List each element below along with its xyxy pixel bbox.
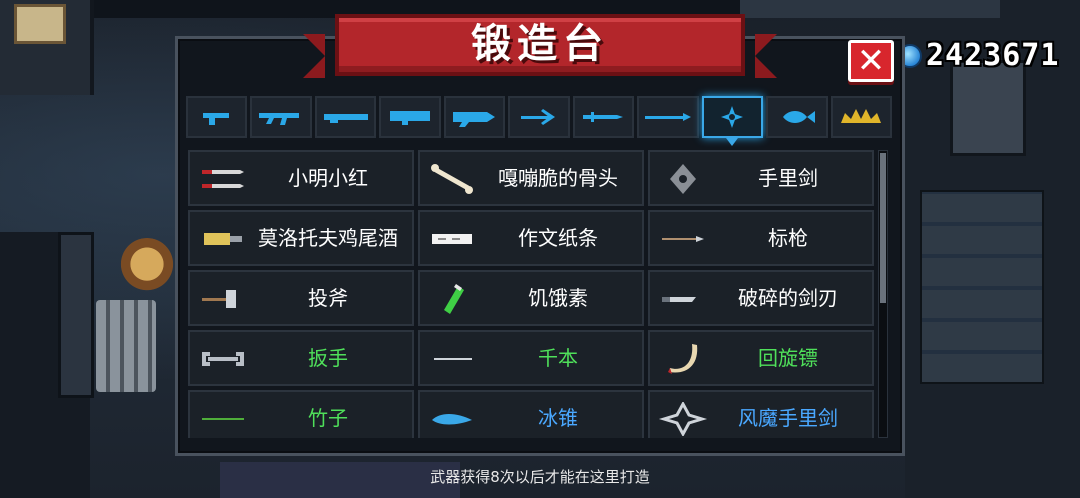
ice-spike-icon — [432, 414, 472, 425]
tab-pistol[interactable] — [186, 96, 248, 138]
right-crates — [920, 190, 1044, 384]
gem-count: 2423671 — [926, 38, 1060, 73]
weapon-cell[interactable]: 投斧 — [188, 270, 414, 326]
wrench-icon — [202, 352, 244, 366]
tab-bow[interactable] — [508, 96, 570, 138]
weapon-name: 竹子 — [308, 406, 348, 430]
weapon-name: 回旋镖 — [758, 346, 818, 370]
pistol-icon — [202, 113, 229, 125]
banner-tail-left — [303, 34, 325, 78]
shuriken-icon — [670, 164, 696, 194]
weapon-cell[interactable]: 嘎嘣脆的骨头 — [418, 150, 644, 206]
weapon-cell[interactable]: 千本 — [418, 330, 644, 386]
javelin-icon — [662, 236, 704, 242]
page-title: 锻造台 — [471, 21, 609, 67]
tab-fish[interactable] — [766, 96, 828, 138]
weapon-name: 作文纸条 — [518, 226, 598, 250]
weapon-name: 标枪 — [768, 226, 808, 250]
weapon-name: 手里剑 — [758, 166, 818, 190]
weapon-name: 嘎嘣脆的骨头 — [498, 166, 618, 190]
weapon-name: 小明小红 — [288, 166, 368, 190]
weapon-name: 饥饿素 — [528, 286, 588, 310]
weapon-name: 千本 — [538, 346, 578, 370]
weapon-name: 莫洛托夫鸡尾酒 — [258, 226, 398, 250]
player-character — [118, 238, 176, 296]
weapon-name: 扳手 — [308, 346, 348, 370]
tab-spear[interactable] — [637, 96, 699, 138]
bow-icon — [520, 109, 555, 125]
left-pillar — [58, 232, 94, 398]
forge-hint: 武器获得8次以后才能在这里打造 — [430, 468, 650, 486]
active-tab-indicator — [726, 138, 739, 146]
bone-icon — [431, 164, 473, 194]
tab-shotgun[interactable] — [314, 96, 377, 138]
spear-icon — [644, 113, 691, 121]
paper-note-icon — [432, 234, 472, 244]
green-potion-icon — [444, 284, 464, 314]
throwing-axe-icon — [202, 290, 236, 308]
weapon-name: 冰锥 — [538, 406, 578, 430]
needle-icon — [434, 358, 472, 360]
weapon-cell[interactable]: 小明小红 — [188, 150, 414, 206]
fish-icon — [782, 111, 815, 123]
weapon-cell[interactable]: 扳手 — [188, 330, 414, 386]
molotov-icon — [204, 233, 242, 245]
gas-tanks — [96, 300, 156, 392]
tab-laser-gun[interactable] — [443, 96, 506, 138]
banner-tail-right — [755, 34, 777, 78]
laser-gun-icon — [452, 112, 495, 127]
bamboo-icon — [202, 418, 244, 420]
weapon-cell[interactable]: 破碎的剑刃 — [648, 270, 874, 326]
scroll-thumb[interactable] — [880, 153, 886, 303]
weapon-cell[interactable]: 回旋镖 — [648, 330, 874, 386]
notice-board — [14, 4, 66, 44]
close-icon: ✕ — [856, 41, 886, 81]
shotgun-icon — [323, 114, 368, 123]
weapon-cell[interactable]: 竹子 — [188, 390, 414, 438]
weapon-name: 破碎的剑刃 — [738, 286, 838, 310]
weapon-cell[interactable]: 作文纸条 — [418, 210, 644, 266]
assault-rifle-icon — [259, 113, 300, 125]
crown-icon — [841, 109, 882, 123]
weapon-cell[interactable]: 冰锥 — [418, 390, 644, 438]
fuma-shuriken-icon — [658, 402, 708, 436]
top-crates — [740, 0, 1000, 18]
tab-rocket-launcher[interactable] — [379, 96, 441, 138]
weapon-cell[interactable]: 风魔手里剑 — [648, 390, 874, 438]
tab-assault-rifle[interactable] — [250, 96, 312, 138]
title-banner: 锻造台 — [303, 14, 777, 78]
broken-blade-icon — [662, 297, 696, 302]
right-machine — [950, 60, 1026, 156]
tab-sword[interactable] — [572, 96, 635, 138]
weapon-name: 投斧 — [308, 286, 348, 310]
rocket-launcher-icon — [390, 111, 431, 125]
weapon-name: 风魔手里剑 — [738, 406, 838, 430]
twin-daggers-icon — [202, 170, 244, 188]
tab-throwing[interactable] — [701, 96, 764, 146]
close-button[interactable]: ✕ — [848, 40, 894, 82]
weapon-cell[interactable]: 手里剑 — [648, 150, 874, 206]
throwing-star-icon — [721, 106, 744, 128]
grid-scrollbar[interactable] — [878, 150, 888, 438]
weapon-cell[interactable]: 饥饿素 — [418, 270, 644, 326]
weapon-grid: 小明小红 嘎嘣脆的骨头 手里剑 莫洛托夫鸡尾酒 作文纸条 标枪 投斧 饥饿素 破… — [188, 150, 874, 438]
weapon-category-tabs — [186, 96, 892, 146]
boomerang-icon — [668, 344, 698, 374]
tab-special[interactable] — [830, 96, 892, 138]
sword-icon — [583, 112, 624, 122]
weapon-cell[interactable]: 标枪 — [648, 210, 874, 266]
weapon-cell[interactable]: 莫洛托夫鸡尾酒 — [188, 210, 414, 266]
